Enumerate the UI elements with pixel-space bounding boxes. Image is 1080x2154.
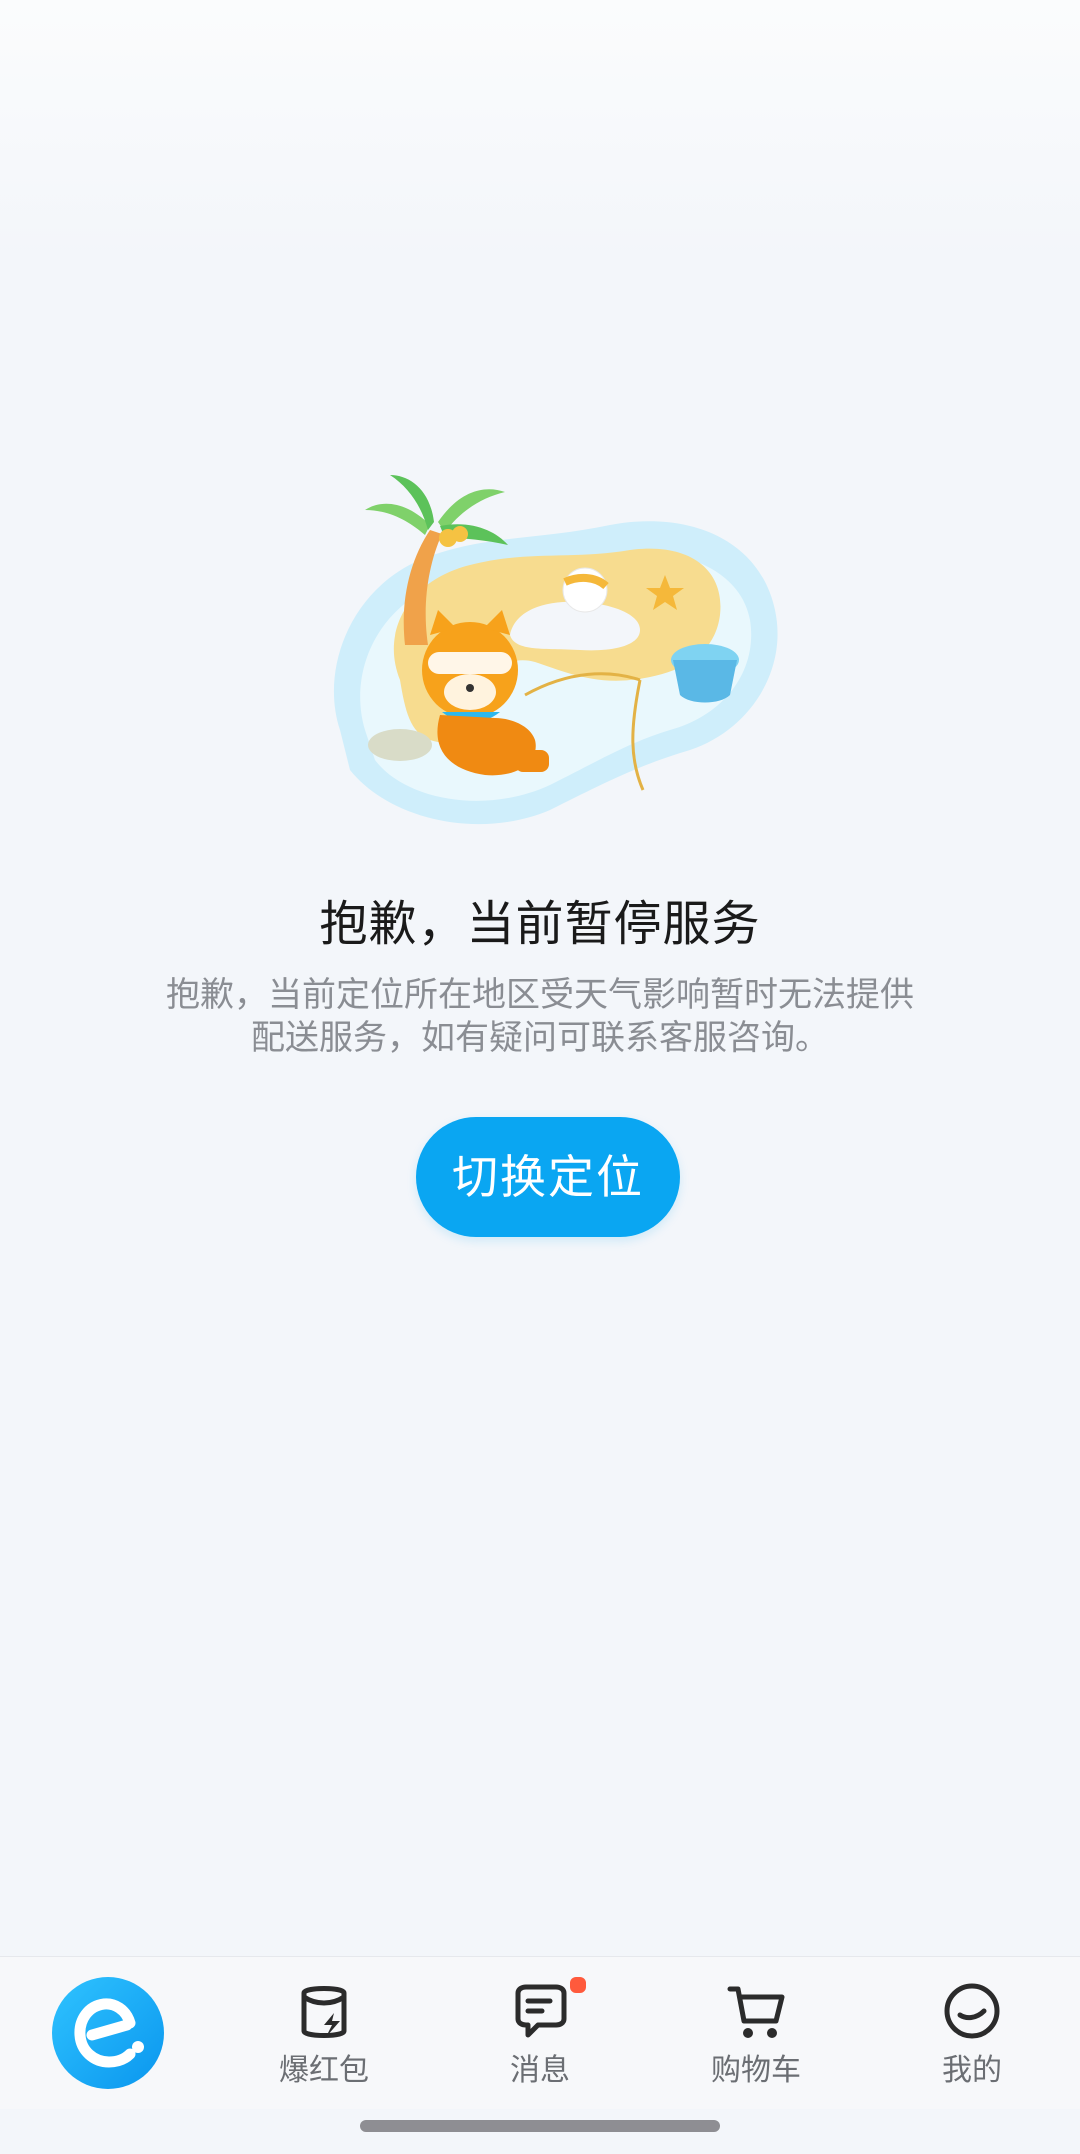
message-badge-dot bbox=[568, 1975, 588, 1995]
empty-state-illustration bbox=[310, 430, 790, 860]
eleme-logo-icon bbox=[52, 1977, 164, 2089]
red-packet-icon bbox=[294, 1979, 354, 2043]
empty-state-title: 抱歉，当前暂停服务 bbox=[319, 896, 761, 952]
island-mascot-illustration bbox=[333, 475, 778, 825]
tab-red-packet[interactable]: 爆红包 bbox=[216, 1957, 432, 2109]
bottom-tab-bar: 爆红包 消息 购物车 我的 bbox=[0, 1956, 1080, 2109]
tab-label-cart: 购物车 bbox=[711, 2053, 801, 2088]
message-icon bbox=[510, 1979, 570, 2043]
description-line-2: 配送服务，如有疑问可联系客服咨询。 bbox=[251, 1018, 829, 1058]
cart-icon bbox=[726, 1979, 786, 2043]
tab-label-red-packet: 爆红包 bbox=[279, 2053, 369, 2088]
tab-messages[interactable]: 消息 bbox=[432, 1957, 648, 2109]
tab-cart[interactable]: 购物车 bbox=[648, 1957, 864, 2109]
profile-icon bbox=[942, 1979, 1002, 2043]
tab-label-mine: 我的 bbox=[942, 2053, 1002, 2088]
empty-state-description: 抱歉，当前定位所在地区受天气影响暂时无法提供 配送服务，如有疑问可联系客服咨询。 bbox=[130, 974, 950, 1060]
tab-home[interactable] bbox=[0, 1957, 216, 2109]
home-indicator[interactable] bbox=[360, 2120, 720, 2132]
tab-mine[interactable]: 我的 bbox=[864, 1957, 1080, 2109]
switch-location-button[interactable]: 切换定位 bbox=[416, 1117, 680, 1237]
description-line-1: 抱歉，当前定位所在地区受天气影响暂时无法提供 bbox=[166, 975, 914, 1015]
tab-label-messages: 消息 bbox=[510, 2053, 570, 2088]
